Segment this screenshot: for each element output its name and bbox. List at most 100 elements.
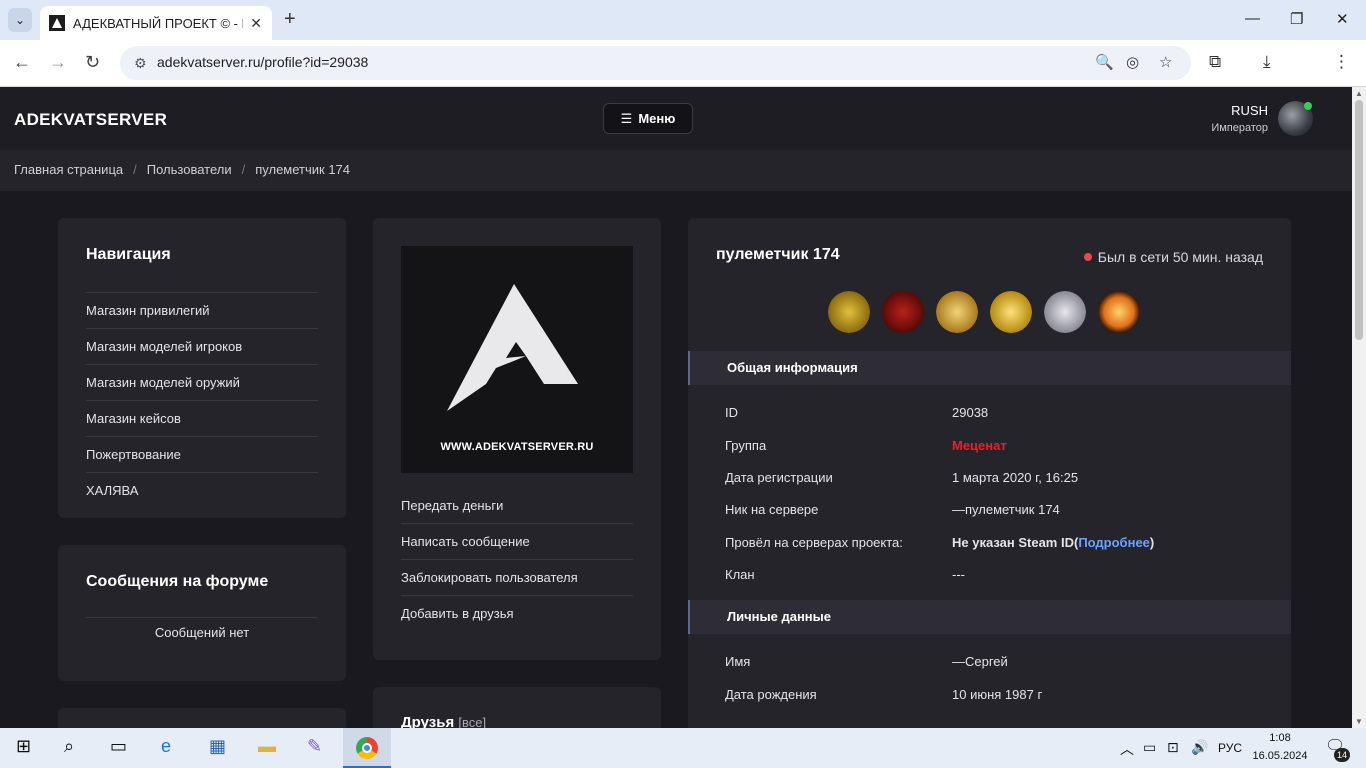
friends-card: Друзья [все] [373, 687, 661, 728]
tray-chevron-icon[interactable]: ︿ [1120, 739, 1134, 759]
profile-username: пулеметчик 174 [716, 246, 840, 263]
info-row-registration: Дата регистрации 1 марта 2020 г, 16:25 [725, 470, 1079, 485]
tab-search-button[interactable]: ⌄ [8, 8, 32, 32]
forum-empty-text: Сообщений нет [154, 625, 250, 640]
more-info-link[interactable]: Подробнее [1078, 535, 1150, 550]
site-logo[interactable]: ADEKVATSERVER [14, 110, 167, 130]
network-icon[interactable]: ⊡ [1167, 739, 1179, 756]
last-seen-status: Был в сети 50 мин. назад [1097, 249, 1263, 265]
forum-messages-card: Сообщения на форуме Сообщений нет [58, 545, 346, 681]
red-dragon-badge-icon[interactable] [882, 291, 924, 333]
restore-button[interactable]: ❐ [1290, 10, 1303, 28]
breadcrumb-users[interactable]: Пользователи [147, 162, 232, 177]
breadcrumb-home[interactable]: Главная страница [14, 162, 123, 177]
tab-title: АДЕКВАТНЫЙ ПРОЕКТ © - Пр [73, 15, 243, 31]
fire-badge-icon[interactable] [1098, 291, 1140, 333]
navigation-title: Навигация [86, 246, 171, 263]
windows-start-icon[interactable]: ⊞ [16, 736, 31, 757]
info-row-nickname: Ник на сервере —пулеметчик 174 [725, 502, 1060, 517]
windows-taskbar: ⊞ ⌕ ▭ e ▦ ▬ ✎ ︿ ▭ ⊡ 🔊 РУС 1:08 16.05.202… [0, 728, 1366, 768]
friends-title: Друзья [401, 714, 455, 728]
menu-button[interactable]: ☰ Меню [603, 103, 693, 134]
clock-time[interactable]: 1:08 [1252, 732, 1308, 744]
info-row-birthdate: Дата рождения 10 июня 1987 г [725, 687, 1043, 702]
battery-icon[interactable]: ▭ [1143, 739, 1156, 756]
bookmark-star-icon[interactable]: ☆ [1159, 53, 1172, 71]
volume-icon[interactable]: 🔊 [1191, 739, 1208, 756]
offline-status-dot [1083, 253, 1092, 261]
store-icon[interactable]: ▦ [209, 736, 226, 757]
user-name[interactable]: RUSH [1231, 103, 1268, 118]
breadcrumb: Главная страница / Пользователи / пулеметчик… [0, 150, 1352, 191]
profile-avatar-image: WWW.ADEKVATSERVER.RU [401, 246, 633, 473]
send-message-button[interactable]: Написать сообщение [401, 524, 633, 560]
extensions-icon[interactable]: ⧉ [1209, 52, 1221, 72]
silver-wreath-badge-icon[interactable] [1044, 291, 1086, 333]
hamburger-icon: ☰ [620, 110, 633, 126]
search-icon[interactable]: ⌕ [64, 736, 74, 757]
left-lower-card [58, 708, 346, 728]
task-view-icon[interactable]: ▭ [110, 736, 127, 757]
downloads-icon[interactable]: ⤓ [1263, 52, 1271, 72]
paint-icon[interactable]: ✎ [307, 736, 322, 757]
nav-item-privileges[interactable]: Магазин привилегий [86, 292, 318, 328]
chrome-taskbar-button[interactable] [343, 728, 391, 768]
info-row-clan: Клан --- [725, 567, 965, 582]
profile-actions-list: Передать деньги Написать сообщение Забло… [401, 488, 633, 632]
minimize-button[interactable]: — [1245, 10, 1260, 27]
gold-trophy-badge-icon[interactable] [828, 291, 870, 333]
info-row-id: ID 29038 [725, 405, 989, 420]
nav-item-weapon-models[interactable]: Магазин моделей оружий [86, 364, 318, 400]
breadcrumb-current: пулеметчик 174 [255, 162, 351, 177]
personal-info-header: Личные данные [688, 600, 1291, 634]
adekvat-logo-icon [447, 284, 578, 411]
notification-count-badge: 14 [1334, 748, 1350, 762]
user-role: Император [1211, 122, 1268, 134]
new-tab-button[interactable]: + [284, 9, 296, 29]
browser-tab-strip: ⌄ АДЕКВАТНЫЙ ПРОЕКТ © - Пр ✕ + — ❐ ✕ [0, 0, 1366, 40]
site-header: ADEKVATSERVER ☰ Меню RUSH Император [0, 87, 1352, 150]
address-toolbar: ← → ↻ ⚙ adekvatserver.ru/profile?id=2903… [0, 40, 1366, 114]
window-close-button[interactable]: ✕ [1336, 10, 1349, 28]
profile-info-card: пулеметчик 174 Был в сети 50 мин. назад … [688, 218, 1291, 728]
page-scrollbar[interactable]: ▲ ▼ [1352, 87, 1366, 728]
profile-avatar-card: WWW.ADEKVATSERVER.RU Передать деньги Нап… [373, 218, 661, 660]
back-button[interactable]: ← [13, 52, 31, 72]
browser-menu-icon[interactable]: ⋮ [1333, 52, 1350, 72]
gold-laurel-badge-icon[interactable] [936, 291, 978, 333]
navigation-card: Навигация Магазин привилегий Магазин мод… [58, 218, 346, 518]
general-info-header: Общая информация [688, 351, 1291, 385]
banner-url-text: WWW.ADEKVATSERVER.RU [440, 441, 594, 453]
info-row-first-name: Имя —Сергей [725, 654, 1008, 669]
add-friend-button[interactable]: Добавить в друзья [401, 596, 633, 632]
nav-item-cases[interactable]: Магазин кейсов [86, 400, 318, 436]
language-indicator[interactable]: РУС [1218, 741, 1242, 755]
edge-icon[interactable]: e [161, 736, 171, 757]
omnibox[interactable]: ⚙ adekvatserver.ru/profile?id=29038 🔍 ◎ … [120, 46, 1191, 80]
menu-label: Меню [638, 111, 676, 126]
info-row-group: Группа Меценат [725, 438, 1007, 453]
zoom-icon[interactable]: 🔍 [1095, 53, 1114, 71]
gold-wreath-badge-icon[interactable] [990, 291, 1032, 333]
nav-item-donation[interactable]: Пожертвование [86, 436, 318, 472]
tracking-protection-icon[interactable]: ◎ [1126, 53, 1139, 71]
forum-title: Сообщения на форуме [86, 573, 269, 590]
info-row-playtime: Провёл на серверах проекта: Не указан St… [725, 535, 1155, 550]
forward-button[interactable]: → [49, 52, 67, 72]
file-explorer-icon[interactable]: ▬ [258, 736, 276, 757]
nav-item-freebie[interactable]: ХАЛЯВА [86, 472, 318, 508]
block-user-button[interactable]: Заблокировать пользователя [401, 560, 633, 596]
reload-button[interactable]: ↻ [85, 52, 100, 72]
site-settings-icon[interactable]: ⚙ [134, 55, 147, 72]
active-tab[interactable]: АДЕКВАТНЫЙ ПРОЕКТ © - Пр ✕ [40, 6, 272, 40]
web-page: ADEKVATSERVER ☰ Меню RUSH Император Глав… [0, 87, 1352, 728]
friends-all-link[interactable]: [все] [458, 715, 486, 728]
url-text[interactable]: adekvatserver.ru/profile?id=29038 [157, 54, 368, 70]
tab-close-icon[interactable]: ✕ [250, 15, 262, 32]
site-favicon [49, 15, 65, 31]
navigation-list: Магазин привилегий Магазин моделей игрок… [86, 292, 318, 508]
nav-item-player-models[interactable]: Магазин моделей игроков [86, 328, 318, 364]
transfer-money-button[interactable]: Передать деньги [401, 488, 633, 524]
scrollbar-thumb[interactable] [1355, 100, 1363, 340]
clock-date[interactable]: 16.05.2024 [1252, 750, 1308, 762]
